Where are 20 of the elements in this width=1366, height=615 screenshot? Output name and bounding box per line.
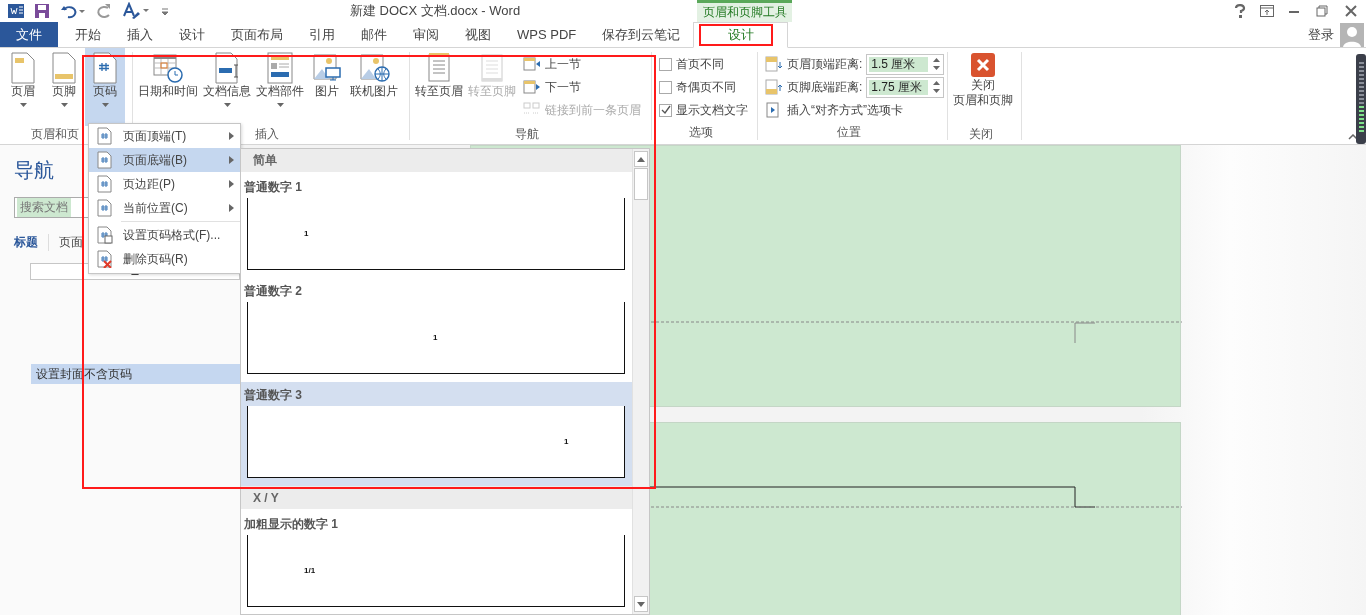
- group-label: 插入: [255, 126, 279, 142]
- page-number-text: 1: [564, 437, 569, 446]
- page-number-text: 1/1: [304, 566, 316, 575]
- group-label: 关闭: [968, 126, 993, 142]
- checkbox-label: 显示文档文字: [676, 101, 748, 119]
- context-tab-group: 页眉和页脚工具: [697, 0, 792, 22]
- group-label: 导航: [514, 126, 539, 142]
- group-label: 位置: [836, 124, 861, 140]
- pane-title: 导航: [14, 158, 54, 183]
- page-number-text: 1: [433, 333, 438, 342]
- page-number-text: 1: [304, 229, 309, 238]
- field-label: 页眉顶端距离:: [787, 55, 863, 73]
- field-label: 页脚底端距离:: [787, 78, 863, 96]
- group-label: 选项: [688, 124, 713, 140]
- window-title: 新建 DOCX 文档.docx - Word: [348, 2, 522, 20]
- group-label: 页眉和页: [31, 126, 79, 142]
- gallery-section-header: X / Y: [241, 486, 632, 509]
- checkbox-label: 奇偶页不同: [676, 78, 736, 96]
- gallery-section-header: 简单: [241, 149, 632, 172]
- checkbox-label: 首页不同: [676, 55, 724, 73]
